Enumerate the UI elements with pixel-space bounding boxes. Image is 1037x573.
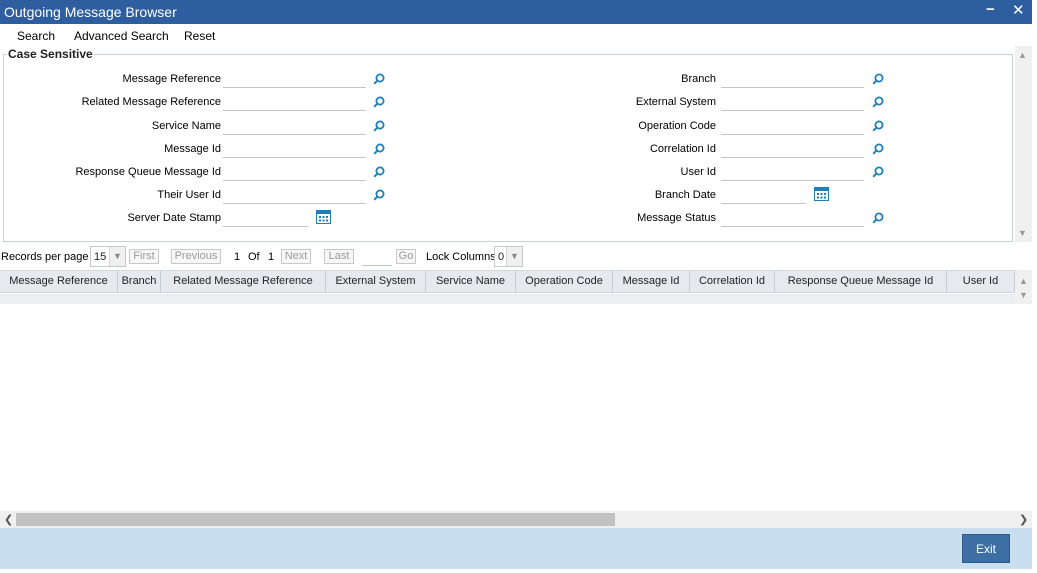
- grid-scrollbar[interactable]: ▲ ▼: [1015, 270, 1032, 304]
- branch-label: Branch: [681, 73, 716, 85]
- service-name-input[interactable]: [223, 116, 366, 135]
- chevron-down-icon[interactable]: ▼: [506, 247, 522, 266]
- related-message-reference-input[interactable]: [223, 92, 366, 111]
- response-queue-message-id-input[interactable]: [223, 162, 366, 181]
- scroll-down-icon[interactable]: ▼: [1019, 290, 1028, 300]
- exit-button[interactable]: Exit: [962, 534, 1010, 563]
- last-page-button[interactable]: Last: [324, 249, 354, 264]
- search-icon[interactable]: [373, 166, 385, 178]
- column-header-branch[interactable]: Branch: [118, 271, 161, 292]
- first-page-button[interactable]: First: [129, 249, 159, 264]
- column-header-correlation-id[interactable]: Correlation Id: [690, 271, 775, 292]
- operation-code-input[interactable]: [721, 116, 864, 135]
- scroll-up-icon[interactable]: ▲: [1018, 50, 1027, 60]
- external-system-label: External System: [635, 96, 716, 108]
- scroll-up-icon[interactable]: ▲: [1019, 276, 1028, 286]
- column-header-operation-code[interactable]: Operation Code: [516, 271, 613, 292]
- search-icon[interactable]: [872, 73, 884, 85]
- lock-columns-label: Lock Columns: [426, 251, 496, 263]
- calendar-icon[interactable]: [316, 210, 331, 224]
- search-icon[interactable]: [872, 96, 884, 108]
- window-title: Outgoing Message Browser: [4, 4, 177, 20]
- go-to-page-input[interactable]: [362, 247, 392, 266]
- correlation-id-input[interactable]: [721, 139, 864, 158]
- column-header-user-id[interactable]: User Id: [947, 271, 1015, 292]
- chevron-down-icon[interactable]: ▼: [109, 247, 125, 266]
- user-id-label: User Id: [680, 166, 716, 178]
- column-header-external-system[interactable]: External System: [326, 271, 426, 292]
- horizontal-scrollbar[interactable]: ❮ ❯: [0, 511, 1032, 528]
- lock-columns-select[interactable]: 0 ▼: [494, 246, 523, 267]
- service-name-label: Service Name: [151, 120, 221, 132]
- records-per-page-value: 15: [94, 251, 107, 263]
- server-date-stamp-input[interactable]: [223, 208, 308, 227]
- scroll-left-icon[interactable]: ❮: [4, 513, 13, 526]
- message-reference-input[interactable]: [223, 69, 366, 88]
- search-icon[interactable]: [872, 120, 884, 132]
- search-button[interactable]: Search: [17, 29, 55, 43]
- case-sensitive-legend: Case Sensitive: [7, 47, 94, 61]
- scroll-right-icon[interactable]: ❯: [1019, 513, 1028, 526]
- message-status-label: Message Status: [637, 212, 716, 224]
- their-user-id-input[interactable]: [223, 185, 366, 204]
- column-header-response-queue-message-id[interactable]: Response Queue Message Id: [775, 271, 947, 292]
- previous-page-button[interactable]: Previous: [171, 249, 221, 264]
- search-icon[interactable]: [373, 96, 385, 108]
- of-label: Of: [248, 251, 260, 263]
- records-per-page-select[interactable]: 15 ▼: [90, 246, 126, 267]
- close-icon[interactable]: ✕: [1012, 1, 1025, 19]
- total-pages: 1: [268, 251, 275, 263]
- branch-date-label: Branch Date: [654, 189, 716, 201]
- operation-code-label: Operation Code: [638, 120, 716, 132]
- external-system-input[interactable]: [721, 92, 864, 111]
- column-header-service-name[interactable]: Service Name: [426, 271, 516, 292]
- search-icon[interactable]: [872, 166, 884, 178]
- records-per-page-label: Records per page: [1, 251, 89, 263]
- column-header-message-id[interactable]: Message Id: [613, 271, 690, 292]
- column-header-related-message-reference[interactable]: Related Message Reference: [161, 271, 326, 292]
- footer-bar: [0, 528, 1032, 569]
- search-icon[interactable]: [872, 212, 884, 224]
- message-id-label: Message Id: [164, 143, 221, 155]
- correlation-id-label: Correlation Id: [649, 143, 716, 155]
- current-page: 1: [234, 251, 241, 263]
- toolbar: Search Advanced Search Reset: [0, 24, 1032, 46]
- search-icon[interactable]: [373, 189, 385, 201]
- message-id-input[interactable]: [223, 139, 366, 158]
- related-message-reference-label: Related Message Reference: [81, 96, 221, 108]
- pager-bar: Records per page 15 ▼ First Previous 1 O…: [0, 246, 1032, 268]
- branch-date-input[interactable]: [721, 185, 806, 204]
- column-header-message-reference[interactable]: Message Reference: [0, 271, 118, 292]
- message-status-input[interactable]: [721, 208, 864, 227]
- search-icon[interactable]: [373, 143, 385, 155]
- branch-input[interactable]: [721, 69, 864, 88]
- their-user-id-label: Their User Id: [157, 189, 221, 201]
- window-edge: [1032, 0, 1037, 573]
- go-button[interactable]: Go: [396, 249, 416, 264]
- criteria-scrollbar[interactable]: ▲ ▼: [1015, 46, 1032, 242]
- search-icon[interactable]: [373, 73, 385, 85]
- user-id-input[interactable]: [721, 162, 864, 181]
- results-grid-header: Message Reference Branch Related Message R…: [0, 270, 1015, 293]
- next-page-button[interactable]: Next: [281, 249, 311, 264]
- scroll-thumb[interactable]: [16, 513, 615, 526]
- advanced-search-button[interactable]: Advanced Search: [74, 29, 169, 43]
- calendar-icon[interactable]: [814, 187, 829, 201]
- grid-header-spacer: [0, 294, 1015, 304]
- reset-button[interactable]: Reset: [184, 29, 215, 43]
- response-queue-message-id-label: Response Queue Message Id: [75, 166, 221, 178]
- scroll-down-icon[interactable]: ▼: [1018, 228, 1027, 238]
- search-icon[interactable]: [373, 120, 385, 132]
- title-bar: Outgoing Message Browser − ✕: [0, 0, 1032, 24]
- minimize-icon[interactable]: −: [986, 1, 995, 18]
- message-reference-label: Message Reference: [122, 73, 221, 85]
- lock-columns-value: 0: [498, 251, 505, 263]
- server-date-stamp-label: Server Date Stamp: [127, 212, 221, 224]
- search-icon[interactable]: [872, 143, 884, 155]
